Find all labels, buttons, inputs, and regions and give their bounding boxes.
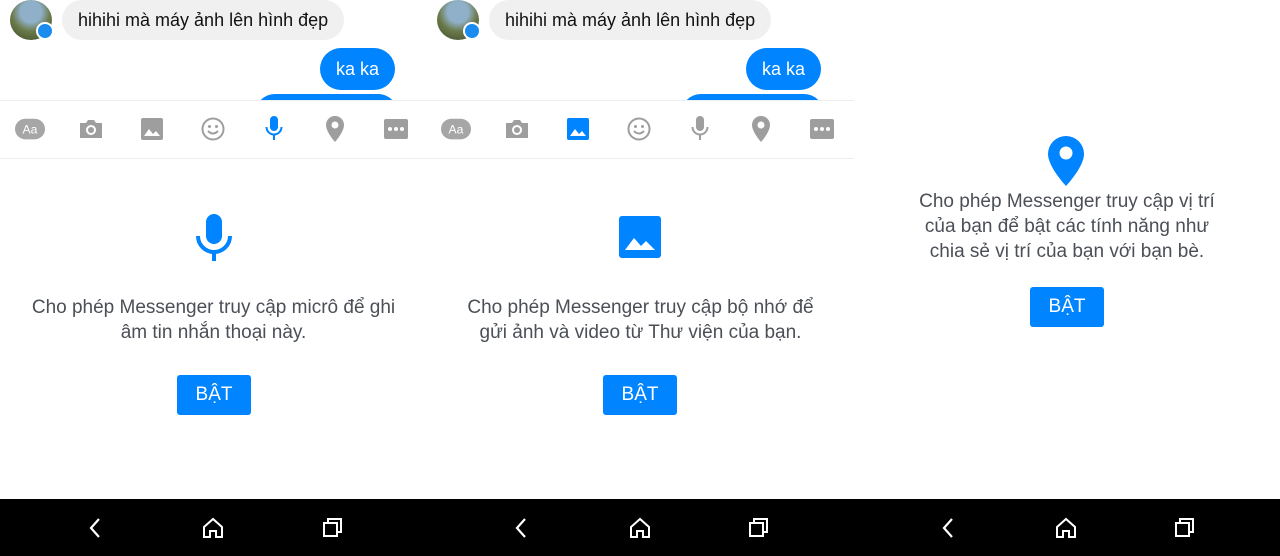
messenger-badge-icon <box>36 22 54 40</box>
outgoing-message-bubble[interactable]: ka ka <box>746 48 822 90</box>
location-icon[interactable] <box>320 115 350 143</box>
permission-text-line1: Cho phép Messenger truy cập vị trí <box>919 191 1215 212</box>
enable-button[interactable]: BẬT <box>1030 287 1104 327</box>
location-icon[interactable] <box>746 115 776 143</box>
svg-text:Aa: Aa <box>23 123 38 137</box>
messenger-panel-location: Cho phép Messenger truy cập vị trí của b… <box>854 0 1280 499</box>
recents-icon[interactable] <box>1172 515 1198 541</box>
permission-text-line1: Cho phép Messenger truy cập bộ nhớ để <box>467 297 814 318</box>
location-permission-icon <box>1048 136 1084 191</box>
permission-text-line1: Cho phép Messenger truy cập micrô để ghi <box>31 297 396 318</box>
recents-icon[interactable] <box>746 515 772 541</box>
home-icon[interactable] <box>1053 515 1079 541</box>
composer-toolbar: Aa <box>427 100 854 159</box>
emoji-icon[interactable] <box>624 115 654 143</box>
back-icon[interactable] <box>82 515 108 541</box>
gallery-permission-icon <box>619 216 661 263</box>
camera-icon[interactable] <box>76 115 106 143</box>
incoming-message-bubble[interactable]: hihihi mà máy ảnh lên hình đẹp <box>62 0 345 40</box>
back-icon[interactable] <box>508 515 534 541</box>
permission-text-line2: của bạn để bật các tính năng như <box>924 216 1210 237</box>
outgoing-message-bubble[interactable]: ka ka <box>320 48 396 90</box>
incoming-message-bubble[interactable]: hihihi mà máy ảnh lên hình đẹp <box>489 0 772 40</box>
text-aa-icon[interactable]: Aa <box>15 115 45 143</box>
microphone-icon[interactable] <box>685 115 715 143</box>
permission-text-line2: gửi ảnh và video từ Thư viện của bạn. <box>479 322 802 343</box>
enable-button[interactable]: BẬT <box>177 375 251 415</box>
microphone-icon-active[interactable] <box>259 115 289 143</box>
more-icon[interactable] <box>381 115 411 143</box>
messenger-badge-icon <box>463 22 481 40</box>
text-aa-icon[interactable]: Aa <box>441 115 471 143</box>
gallery-icon[interactable] <box>137 115 167 143</box>
more-icon[interactable] <box>807 115 837 143</box>
messenger-panel-microphone: hihihi mà máy ảnh lên hình đẹp ka ka Aa … <box>0 0 427 499</box>
enable-button[interactable]: BẬT <box>603 375 677 415</box>
messenger-panel-storage: hihihi mà máy ảnh lên hình đẹp ka ka Aa … <box>427 0 854 499</box>
emoji-icon[interactable] <box>198 115 228 143</box>
contact-avatar[interactable] <box>437 0 481 40</box>
recents-icon[interactable] <box>320 515 346 541</box>
microphone-permission-icon <box>195 214 233 267</box>
permission-text-line2: âm tin nhắn thoại này. <box>120 322 307 343</box>
home-icon[interactable] <box>627 515 653 541</box>
home-icon[interactable] <box>200 515 226 541</box>
gallery-icon-active[interactable] <box>563 115 593 143</box>
permission-text-line3: chia sẻ vị trí của bạn với bạn bè. <box>929 241 1205 262</box>
composer-toolbar: Aa <box>0 100 427 159</box>
contact-avatar[interactable] <box>10 0 54 40</box>
android-navigation-bar <box>0 499 1280 556</box>
camera-icon[interactable] <box>502 115 532 143</box>
svg-text:Aa: Aa <box>449 123 464 137</box>
back-icon[interactable] <box>935 515 961 541</box>
